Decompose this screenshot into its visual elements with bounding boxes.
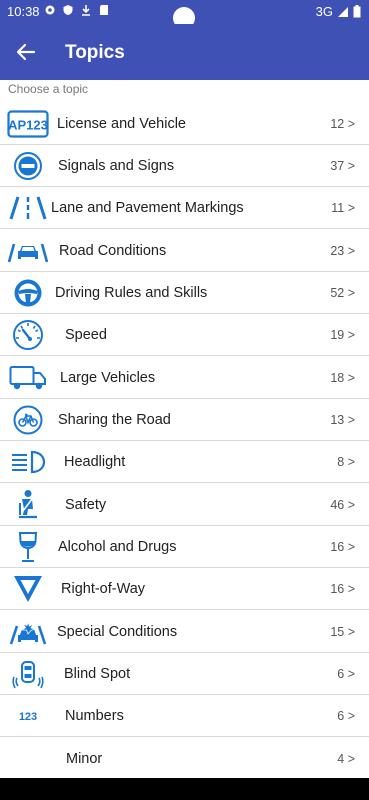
- network-status: 3G: [316, 4, 361, 19]
- status-bar: 10:38 3G: [0, 0, 369, 29]
- settings-icon: [45, 5, 55, 15]
- topic-label: Sharing the Road: [58, 412, 171, 428]
- topic-label: Large Vehicles: [60, 370, 156, 386]
- license-plate-icon: AP123: [6, 108, 50, 140]
- topic-row[interactable]: Sharing the Road 13 >: [0, 399, 369, 441]
- topic-label: Minor: [66, 751, 103, 767]
- topic-label: Headlight: [64, 454, 126, 470]
- status-icons: [44, 4, 110, 16]
- topic-row[interactable]: Safety 46 >: [0, 484, 369, 526]
- navigation-bar: [0, 778, 369, 800]
- svg-text:AP123: AP123: [8, 118, 48, 133]
- topic-label: Blind Spot: [64, 666, 131, 682]
- topic-label: Alcohol and Drugs: [58, 539, 177, 555]
- topic-count: 18 >: [330, 371, 355, 385]
- topic-count: 37 >: [330, 159, 355, 173]
- topic-count: 12 >: [330, 117, 355, 131]
- topic-row[interactable]: AP123 License and Vehicle 12 >: [0, 103, 369, 145]
- topic-row[interactable]: Driving Rules and Skills 52 >: [0, 272, 369, 314]
- crash-icon: [6, 616, 50, 648]
- topic-row[interactable]: Lane and Pavement Markings 11 >: [0, 187, 369, 229]
- wine-glass-icon: [6, 531, 50, 563]
- yield-sign-icon: [6, 573, 50, 605]
- seatbelt-icon: [6, 489, 50, 521]
- topic-count: 52 >: [330, 286, 355, 300]
- topic-label: Right-of-Way: [61, 581, 146, 597]
- topic-count: 13 >: [330, 413, 355, 427]
- topic-label: Safety: [65, 497, 107, 513]
- topic-row[interactable]: Minor 4 >: [0, 738, 369, 778]
- topic-label: License and Vehicle: [57, 116, 186, 132]
- svg-text:123: 123: [19, 711, 37, 723]
- topic-label: Signals and Signs: [58, 158, 175, 174]
- topic-count: 8 >: [337, 455, 355, 469]
- topic-count: 6 >: [337, 709, 355, 723]
- topic-count: 4 >: [337, 752, 355, 766]
- topic-row[interactable]: Special Conditions 15 >: [0, 611, 369, 653]
- topic-count: 16 >: [330, 540, 355, 554]
- topic-label: Speed: [65, 327, 107, 343]
- topic-list[interactable]: Choose a topic AP123 License and Vehicle…: [0, 80, 369, 778]
- road-car-icon: [6, 235, 50, 267]
- no-entry-sign-icon: [6, 150, 50, 182]
- topic-label: Road Conditions: [59, 243, 167, 259]
- speedometer-icon: [6, 319, 50, 351]
- topic-count: 19 >: [330, 328, 355, 342]
- signal-icon: [338, 6, 348, 17]
- bicycle-icon: [6, 404, 50, 436]
- topic-label: Lane and Pavement Markings: [51, 200, 244, 216]
- app-bar: Topics: [0, 24, 369, 80]
- headlight-icon: [6, 446, 50, 478]
- topic-count: 11 >: [331, 201, 355, 215]
- blind-spot-icon: [6, 658, 50, 690]
- topic-row[interactable]: Speed 19 >: [0, 314, 369, 356]
- network-type: 3G: [315, 4, 333, 19]
- topic-row[interactable]: Headlight 8 >: [0, 441, 369, 483]
- topic-count: 23 >: [330, 244, 355, 258]
- back-arrow-icon[interactable]: [14, 40, 38, 64]
- topic-row[interactable]: Blind Spot 6 >: [0, 653, 369, 695]
- topic-label: Special Conditions: [57, 624, 178, 640]
- lane-markings-icon: [6, 192, 50, 224]
- truck-icon: [6, 362, 50, 394]
- topic-label: Numbers: [65, 708, 124, 724]
- choose-topic-hint: Choose a topic: [8, 82, 89, 96]
- topic-row[interactable]: Right-of-Way 16 >: [0, 568, 369, 610]
- sd-card-icon: [100, 5, 108, 15]
- numbers-icon: 123: [6, 700, 50, 732]
- topic-count: 6 >: [337, 667, 355, 681]
- download-icon: [82, 5, 90, 16]
- battery-icon: [353, 5, 361, 18]
- topic-row[interactable]: Road Conditions 23 >: [0, 230, 369, 272]
- topic-row[interactable]: Large Vehicles 18 >: [0, 357, 369, 399]
- topic-label: Driving Rules and Skills: [55, 285, 208, 301]
- topic-row[interactable]: Signals and Signs 37 >: [0, 145, 369, 187]
- page-title: Topics: [65, 42, 125, 63]
- steering-wheel-icon: [6, 277, 50, 309]
- topic-row[interactable]: 123 Numbers 6 >: [0, 695, 369, 737]
- topic-row[interactable]: Alcohol and Drugs 16 >: [0, 526, 369, 568]
- topic-count: 15 >: [330, 625, 355, 639]
- topic-count: 46 >: [330, 498, 355, 512]
- shield-icon: [63, 5, 73, 15]
- topic-count: 16 >: [330, 582, 355, 596]
- status-time: 10:38: [7, 4, 40, 19]
